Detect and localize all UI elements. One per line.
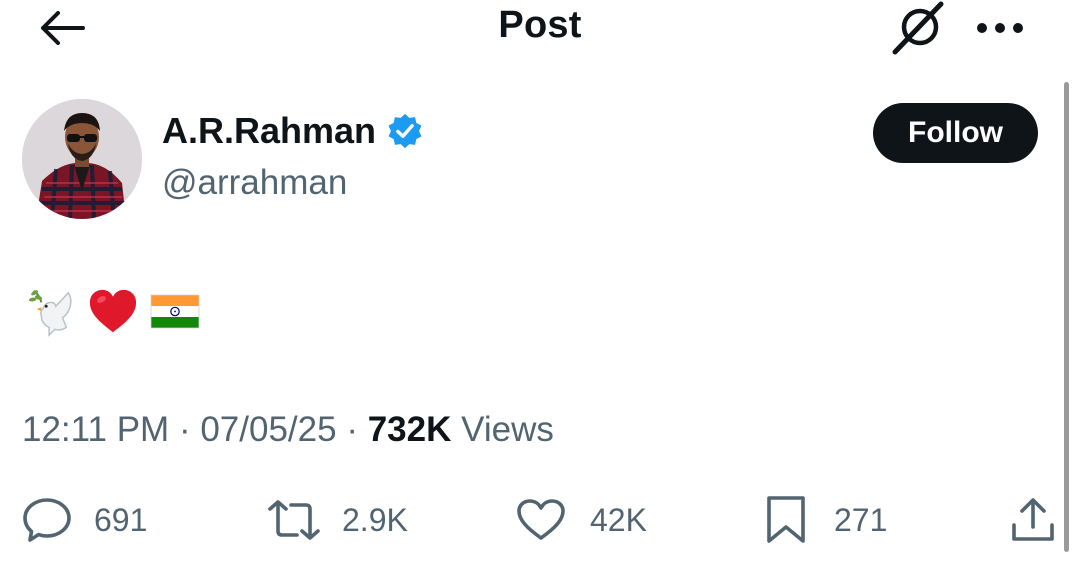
post-meta: 12:11 PM · 07/05/25 · 732K Views: [22, 410, 554, 450]
avatar[interactable]: [22, 99, 142, 219]
post-date: 07/05/25: [200, 410, 337, 449]
grok-button[interactable]: [886, 0, 952, 56]
more-horizontal-icon: [977, 23, 1023, 33]
bookmark-button[interactable]: 271: [764, 490, 887, 550]
author-name-row[interactable]: A.R.Rahman: [162, 110, 424, 152]
repost-icon: [268, 500, 320, 540]
top-bar: Post: [0, 0, 1080, 60]
bookmark-count: 271: [834, 501, 888, 538]
more-options-button[interactable]: [970, 8, 1030, 48]
views-label[interactable]: Views: [461, 410, 554, 449]
share-button[interactable]: [1010, 490, 1056, 550]
user-handle[interactable]: @arrahman: [162, 163, 347, 203]
heart-icon: [517, 499, 565, 540]
share-icon: [1012, 498, 1054, 541]
meta-separator: ·: [346, 410, 358, 449]
reply-icon: [23, 498, 71, 542]
grok-icon: [892, 1, 944, 55]
flag-india-icon: [150, 284, 200, 340]
scrollbar[interactable]: [1064, 82, 1069, 552]
follow-button[interactable]: Follow: [873, 103, 1038, 163]
views-count[interactable]: 732K: [368, 410, 452, 449]
verified-badge-icon: [388, 113, 422, 149]
reply-button[interactable]: 691: [22, 490, 147, 550]
repost-button[interactable]: 2.9K: [266, 490, 408, 550]
like-button[interactable]: 42K: [516, 490, 647, 550]
meta-separator: ·: [178, 410, 191, 449]
bookmark-icon: [767, 496, 805, 543]
like-count: 42K: [590, 501, 647, 538]
repost-count: 2.9K: [342, 501, 408, 538]
dove-icon: [26, 284, 76, 340]
red-heart-icon: [88, 284, 138, 340]
post-text: [26, 282, 200, 342]
display-name: A.R.Rahman: [162, 110, 377, 151]
reply-count: 691: [94, 501, 148, 538]
post-time: 12:11 PM: [22, 410, 170, 449]
